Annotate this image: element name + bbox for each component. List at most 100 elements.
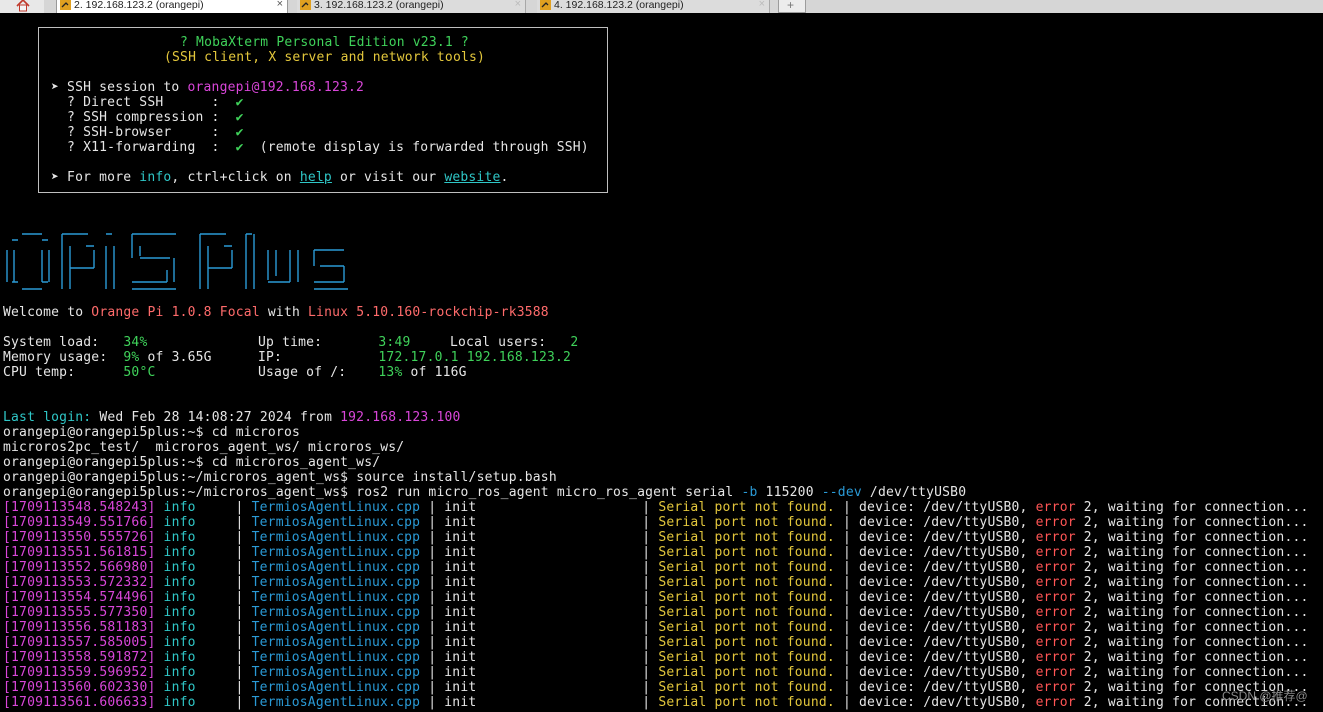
log-device: device: /dev/ttyUSB0, <box>859 575 1036 590</box>
log-timestamp: [1709113558.591872] <box>3 650 156 665</box>
log-row: [1709113557.585005] info | TermiosAgentLi… <box>3 635 1309 650</box>
log-function: init <box>444 530 477 545</box>
log-row: [1709113561.606633] info | TermiosAgentLi… <box>3 695 1309 710</box>
log-tail: 2, waiting for connection... <box>1075 665 1309 680</box>
log-row: [1709113555.577350] info | TermiosAgentLi… <box>3 605 1309 620</box>
log-timestamp: [1709113553.572332] <box>3 575 156 590</box>
log-file: TermiosAgentLinux.cpp <box>251 590 421 605</box>
banner-more-line: ➤ For more info, ctrl+click on help or v… <box>51 170 509 185</box>
log-error: error <box>1035 620 1076 635</box>
tab-session-4[interactable]: 4. 192.168.123.2 (orangepi) × <box>537 0 770 13</box>
log-level: info <box>163 695 196 710</box>
log-timestamp: [1709113557.585005] <box>3 635 156 650</box>
log-row: [1709113551.561815] info | TermiosAgentLi… <box>3 545 1309 560</box>
banner-session-line: ➤ SSH session to orangepi@192.168.123.2 <box>51 80 365 95</box>
help-link[interactable]: help <box>300 170 332 185</box>
log-message: Serial port not found. <box>658 635 835 650</box>
run-command-line: orangepi@orangepi5plus:~/microros_agent_… <box>3 485 967 500</box>
log-device: device: /dev/ttyUSB0, <box>859 650 1036 665</box>
session-icon <box>540 0 551 10</box>
log-error: error <box>1035 650 1076 665</box>
close-icon[interactable]: × <box>515 0 521 10</box>
log-tail: 2, waiting for connection... <box>1075 590 1309 605</box>
log-error: error <box>1035 665 1076 680</box>
info-link[interactable]: info <box>139 170 171 185</box>
banner-subtitle: (SSH client, X server and network tools) <box>164 50 486 65</box>
tab-session-3[interactable]: 3. 192.168.123.2 (orangepi) × <box>297 0 526 13</box>
plus-icon: + <box>787 0 795 12</box>
log-error: error <box>1035 605 1076 620</box>
log-row: [1709113550.555726] info | TermiosAgentLi… <box>3 530 1309 545</box>
close-icon[interactable]: × <box>759 0 765 10</box>
stat-uptime: Up time: 3:49 <box>258 335 411 350</box>
tab-session-2[interactable]: 2. 192.168.123.2 (orangepi) × <box>56 0 288 13</box>
session-icon <box>300 0 311 10</box>
log-error: error <box>1035 575 1076 590</box>
log-device: device: /dev/ttyUSB0, <box>859 695 1036 710</box>
log-file: TermiosAgentLinux.cpp <box>251 545 421 560</box>
log-message: Serial port not found. <box>658 605 835 620</box>
log-error: error <box>1035 515 1076 530</box>
log-level: info <box>163 575 196 590</box>
log-message: Serial port not found. <box>658 575 835 590</box>
log-function: init <box>444 695 477 710</box>
log-device: device: /dev/ttyUSB0, <box>859 635 1036 650</box>
home-tab[interactable] <box>0 0 44 13</box>
stat-ip: IP: 172.17.0.1 192.168.123.2 <box>258 350 572 365</box>
log-timestamp: [1709113555.577350] <box>3 605 156 620</box>
command-line: orangepi@orangepi5plus:~/microros_agent_… <box>3 470 557 485</box>
stat-users: Local users: 2 <box>450 335 579 350</box>
log-function: init <box>444 620 477 635</box>
banner-title: ? MobaXterm Personal Edition v23.1 ? <box>180 35 469 50</box>
website-link[interactable]: website <box>444 170 500 185</box>
log-timestamp: [1709113560.602330] <box>3 680 156 695</box>
log-message: Serial port not found. <box>658 650 835 665</box>
log-message: Serial port not found. <box>658 620 835 635</box>
log-error: error <box>1035 590 1076 605</box>
log-device: device: /dev/ttyUSB0, <box>859 560 1036 575</box>
log-function: init <box>444 545 477 560</box>
log-file: TermiosAgentLinux.cpp <box>251 680 421 695</box>
log-row: [1709113549.551766] info | TermiosAgentLi… <box>3 515 1309 530</box>
stat-disk-usage: Usage of /: 13% of 116G <box>258 365 467 380</box>
log-level: info <box>163 680 196 695</box>
close-icon[interactable]: × <box>277 0 283 10</box>
log-message: Serial port not found. <box>658 560 835 575</box>
log-device: device: /dev/ttyUSB0, <box>859 605 1036 620</box>
log-error: error <box>1035 680 1076 695</box>
command-line: orangepi@orangepi5plus:~$ cd microros_ag… <box>3 455 381 470</box>
terminal-area[interactable]: ? MobaXterm Personal Edition v23.1 ? (SS… <box>0 13 1323 712</box>
log-device: device: /dev/ttyUSB0, <box>859 665 1036 680</box>
log-timestamp: [1709113552.566980] <box>3 560 156 575</box>
stat-memory: Memory usage: 9% of 3.65G <box>3 350 212 365</box>
log-function: init <box>444 605 477 620</box>
welcome-line: Welcome to Orange Pi 1.0.8 Focal with Li… <box>3 305 549 320</box>
log-tail: 2, waiting for connection... <box>1075 650 1309 665</box>
log-timestamp: [1709113556.581183] <box>3 620 156 635</box>
log-row: [1709113558.591872] info | TermiosAgentLi… <box>3 650 1309 665</box>
log-tail: 2, waiting for connection... <box>1075 500 1309 515</box>
log-function: init <box>444 515 477 530</box>
log-level: info <box>163 560 196 575</box>
log-file: TermiosAgentLinux.cpp <box>251 560 421 575</box>
home-icon <box>16 0 30 12</box>
log-message: Serial port not found. <box>658 545 835 560</box>
log-file: TermiosAgentLinux.cpp <box>251 575 421 590</box>
log-tail: 2, waiting for connection... <box>1075 530 1309 545</box>
log-device: device: /dev/ttyUSB0, <box>859 515 1036 530</box>
log-timestamp: [1709113548.548243] <box>3 500 156 515</box>
log-device: device: /dev/ttyUSB0, <box>859 680 1036 695</box>
log-level: info <box>163 500 196 515</box>
log-function: init <box>444 500 477 515</box>
log-row: [1709113553.572332] info | TermiosAgentLi… <box>3 575 1309 590</box>
log-file: TermiosAgentLinux.cpp <box>251 695 421 710</box>
log-tail: 2, waiting for connection... <box>1075 635 1309 650</box>
new-tab-button[interactable]: + <box>778 0 806 13</box>
log-level: info <box>163 590 196 605</box>
log-level: info <box>163 545 196 560</box>
log-level: info <box>163 620 196 635</box>
log-error: error <box>1035 560 1076 575</box>
log-function: init <box>444 680 477 695</box>
tab-bar: 2. 192.168.123.2 (orangepi) × 3. 192.168… <box>0 0 1323 13</box>
tab-label: 2. 192.168.123.2 (orangepi) <box>74 0 204 11</box>
